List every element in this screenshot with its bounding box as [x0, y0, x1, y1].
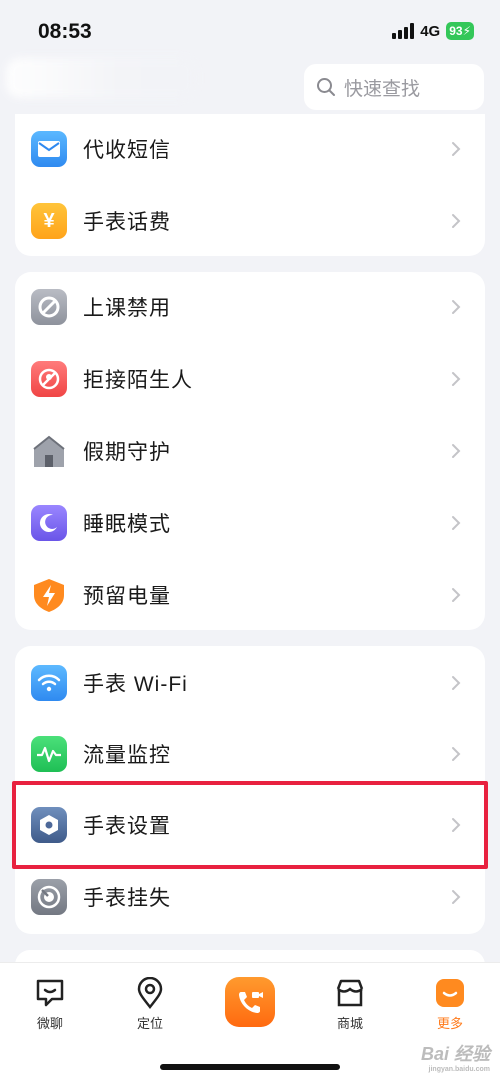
chevron-right-icon [452, 214, 461, 228]
nav-label: 更多 [436, 1016, 463, 1031]
status-bar: 08:53 4G 93⚡ [0, 0, 500, 60]
menu-item-sleep-mode[interactable]: 睡眠模式 [15, 488, 485, 558]
chevron-right-icon [452, 300, 461, 314]
menu-item-watch-settings[interactable]: 手表设置 [15, 790, 485, 860]
card-guardian: 上课禁用 拒接陌生人 假期守护 睡眠模式 预留电量 [15, 272, 485, 630]
watermark-text: Bai 经验 [420, 1044, 490, 1064]
nav-label: 定位 [136, 1016, 163, 1031]
pulse-icon [31, 736, 67, 772]
status-time: 08:53 [38, 20, 92, 43]
user-profile-blurred[interactable] [6, 58, 196, 98]
chevron-right-icon [452, 890, 461, 904]
menu-item-label: 代收短信 [83, 139, 171, 162]
search-icon [317, 78, 335, 96]
nav-store[interactable]: 商城 [315, 977, 385, 1032]
house-icon [31, 433, 67, 469]
watermark: Bai 经验 jingyan.baidu.com [421, 1040, 490, 1073]
card-messaging: 代收短信 ¥ 手表话费 [15, 114, 485, 256]
menu-item-label: 预留电量 [83, 585, 171, 608]
chevron-right-icon [452, 516, 461, 530]
wifi-icon [31, 665, 67, 701]
menu-item-label: 假期守护 [83, 441, 171, 464]
nav-label: 商城 [336, 1016, 363, 1031]
location-pin-icon [137, 977, 163, 1009]
network-type: 4G [420, 22, 441, 40]
card-watch: 手表 Wi-Fi 流量监控 手表设置 手表挂失 [15, 646, 485, 934]
search-input[interactable]: 快速查找 [304, 64, 484, 110]
yen-icon: ¥ [31, 203, 67, 239]
chevron-right-icon [452, 676, 461, 690]
menu-item-label: 上课禁用 [83, 297, 171, 320]
more-icon [436, 979, 464, 1007]
chevron-right-icon [452, 142, 461, 156]
chevron-right-icon [452, 747, 461, 761]
nav-location[interactable]: 定位 [115, 977, 185, 1032]
signal-icon [392, 23, 415, 39]
menu-item-label: 手表挂失 [83, 887, 171, 910]
lightning-icon [31, 577, 67, 613]
menu-item-sms[interactable]: 代收短信 [15, 114, 485, 184]
chevron-right-icon [452, 444, 461, 458]
menu-item-watch-fee[interactable]: ¥ 手表话费 [15, 186, 485, 256]
chevron-right-icon [452, 818, 461, 832]
menu-item-label: 拒接陌生人 [83, 369, 193, 392]
chat-icon [36, 979, 64, 1007]
phone-video-icon [239, 992, 263, 1013]
menu-item-data-monitor[interactable]: 流量监控 [15, 719, 485, 789]
home-indicator [160, 1064, 340, 1070]
menu-item-label: 手表话费 [83, 211, 171, 234]
chevron-right-icon [452, 588, 461, 602]
watermark-sub: jingyan.baidu.com [428, 1066, 490, 1073]
lost-report-icon [31, 879, 67, 915]
nav-chat[interactable]: 微聊 [15, 977, 85, 1032]
menu-item-class-disable[interactable]: 上课禁用 [15, 272, 485, 342]
menu-item-report-lost[interactable]: 手表挂失 [15, 862, 485, 932]
menu-item-label: 睡眠模式 [83, 513, 171, 536]
menu-item-label: 流量监控 [83, 744, 171, 767]
video-call-button[interactable] [225, 977, 275, 1027]
chevron-right-icon [452, 372, 461, 386]
block-stranger-icon [31, 361, 67, 397]
watch-disabled-icon [31, 289, 67, 325]
menu-item-reserve-battery[interactable]: 预留电量 [15, 560, 485, 630]
search-placeholder: 快速查找 [344, 78, 421, 100]
status-indicators: 4G 93⚡ [392, 22, 474, 40]
battery-icon: 93⚡ [446, 22, 474, 40]
menu-item-label: 手表 Wi-Fi [83, 673, 188, 696]
battery-level: 93 [449, 24, 463, 38]
nav-more[interactable]: 更多 [415, 977, 485, 1032]
store-icon [336, 979, 364, 1007]
menu-item-label: 手表设置 [83, 815, 171, 838]
menu-item-holiday-guard[interactable]: 假期守护 [15, 416, 485, 486]
menu-item-reject-stranger[interactable]: 拒接陌生人 [15, 344, 485, 414]
menu-item-watch-wifi[interactable]: 手表 Wi-Fi [15, 648, 485, 718]
nav-label: 微聊 [36, 1016, 63, 1031]
settings-hex-icon [31, 807, 67, 843]
moon-icon [31, 505, 67, 541]
envelope-icon [31, 131, 67, 167]
